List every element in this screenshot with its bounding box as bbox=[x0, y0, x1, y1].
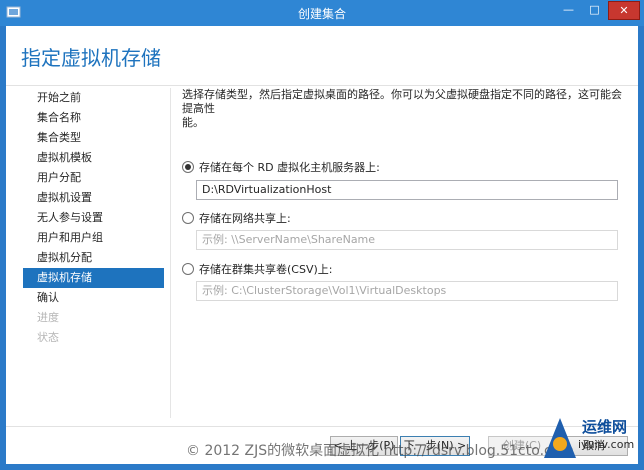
nav-step-13: 状态 bbox=[37, 331, 59, 344]
option-network-share[interactable]: 存储在网络共享上: bbox=[182, 212, 291, 226]
content-pane: 选择存储类型，然后指定虚拟桌面的路径。你可以为父虚拟硬盘指定不同的路径，这可能会… bbox=[182, 88, 622, 301]
nav-step-4[interactable]: 虚拟机模板 bbox=[23, 148, 164, 168]
nav-step-9[interactable]: 虚拟机分配 bbox=[23, 248, 164, 268]
csv-path-input[interactable]: 示例: C:\ClusterStorage\Vol1\VirtualDeskto… bbox=[196, 281, 618, 301]
option-per-host-label: 存储在每个 RD 虚拟化主机服务器上: bbox=[199, 161, 380, 174]
radio-network-share[interactable] bbox=[182, 212, 194, 224]
close-button[interactable]: ✕ bbox=[608, 1, 640, 20]
nav-step-3[interactable]: 集合类型 bbox=[23, 128, 164, 148]
brand-logo: 运维网 iyunv.com bbox=[538, 412, 638, 468]
wizard-steps-nav: 开始之前 集合名称 集合类型 虚拟机模板 用户分配 虚拟机设置 无人参与设置 用户和用户组 虚拟… bbox=[23, 88, 164, 348]
option-csv-label: 存储在群集共享卷(CSV)上: bbox=[199, 263, 333, 276]
page-title: 指定虚拟机存储 bbox=[21, 46, 161, 70]
minimize-button[interactable]: — bbox=[556, 1, 581, 20]
radio-csv[interactable] bbox=[182, 263, 194, 275]
network-share-path-input[interactable]: 示例: \\ServerName\ShareName bbox=[196, 230, 618, 250]
header-divider bbox=[6, 85, 638, 86]
nav-step-2[interactable]: 集合名称 bbox=[23, 108, 164, 128]
nav-step-12: 进度 bbox=[37, 311, 59, 324]
brand-logo-icon bbox=[544, 418, 576, 458]
option-per-host[interactable]: 存储在每个 RD 虚拟化主机服务器上: bbox=[182, 161, 380, 175]
description-line-1: 选择存储类型，然后指定虚拟桌面的路径。你可以为父虚拟硬盘指定不同的路径，这可能会… bbox=[182, 88, 622, 115]
wizard-client-area: 指定虚拟机存储 开始之前 集合名称 集合类型 虚拟机模板 用户分配 虚拟机设置 无人参与设置… bbox=[6, 26, 638, 464]
option-csv[interactable]: 存储在群集共享卷(CSV)上: bbox=[182, 263, 332, 277]
brand-domain: iyunv.com bbox=[578, 438, 635, 451]
nav-step-1[interactable]: 开始之前 bbox=[23, 88, 164, 108]
description-line-2: 能。 bbox=[182, 116, 204, 129]
nav-step-8[interactable]: 用户和用户组 bbox=[23, 228, 164, 248]
nav-divider bbox=[170, 88, 171, 418]
brand-name: 运维网 bbox=[582, 418, 628, 436]
watermark-text: © 2012 ZJS的微软桌面虚拟化 http://rdsrv.blog.51c… bbox=[186, 443, 574, 459]
nav-step-10[interactable]: 虚拟机存储 bbox=[23, 268, 164, 288]
nav-step-11[interactable]: 确认 bbox=[23, 288, 164, 308]
maximize-button[interactable]: □ bbox=[582, 1, 607, 20]
option-network-share-label: 存储在网络共享上: bbox=[199, 212, 291, 225]
nav-step-7[interactable]: 无人参与设置 bbox=[23, 208, 164, 228]
nav-step-6[interactable]: 虚拟机设置 bbox=[23, 188, 164, 208]
window-title: 创建集合 bbox=[297, 7, 346, 21]
title-bar: 创建集合 — □ ✕ bbox=[0, 0, 644, 26]
per-host-path-input[interactable]: D:\RDVirtualizationHost bbox=[196, 180, 618, 200]
nav-step-5[interactable]: 用户分配 bbox=[23, 168, 164, 188]
radio-per-host[interactable] bbox=[182, 161, 194, 173]
description-text: 选择存储类型，然后指定虚拟桌面的路径。你可以为父虚拟硬盘指定不同的路径，这可能会… bbox=[182, 88, 622, 130]
